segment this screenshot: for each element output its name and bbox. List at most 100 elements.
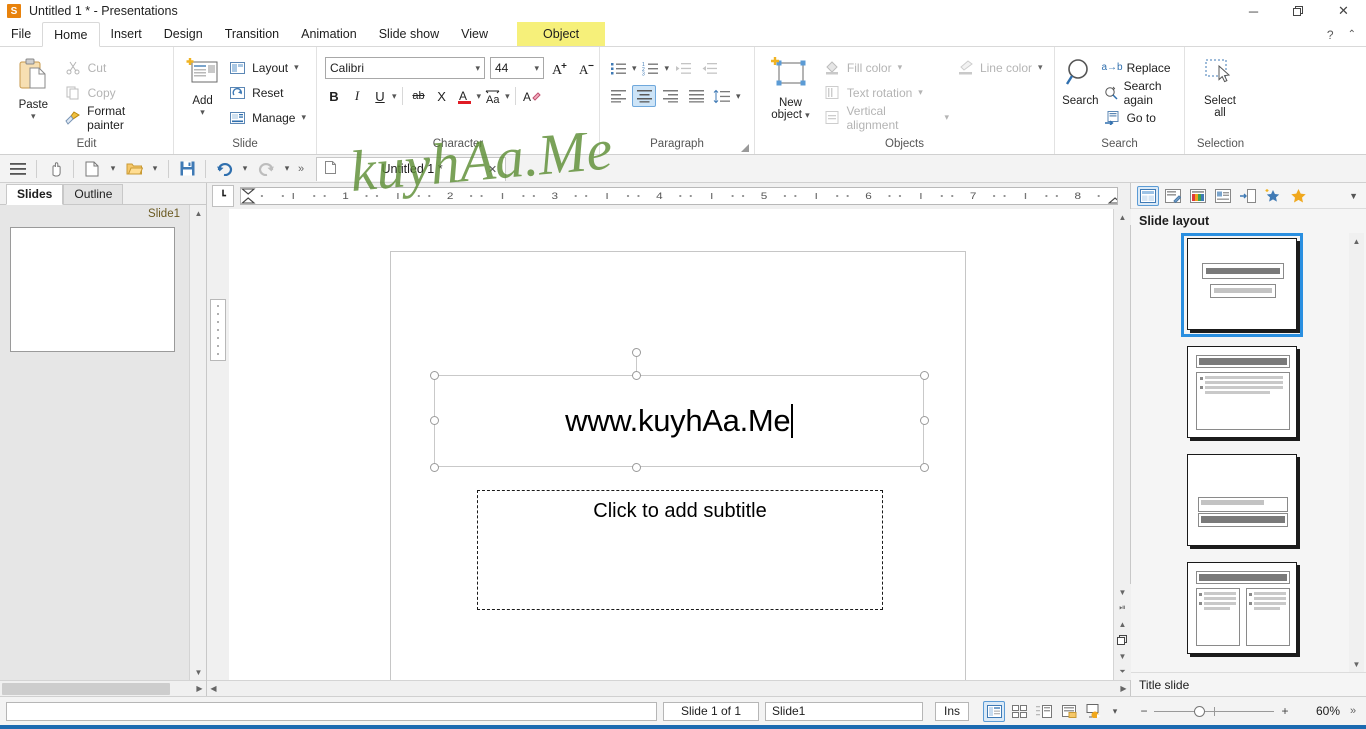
grow-font-button[interactable]: A xyxy=(549,57,571,79)
status-bar-overflow[interactable]: » xyxy=(1346,705,1360,717)
resize-handle-top-center[interactable] xyxy=(632,371,641,380)
canvas-vertical-scrollbar[interactable]: ▲ ▼ ⏯ ▲ ▼ ⏷ xyxy=(1113,209,1131,680)
menu-item-object-context-tab[interactable]: Object xyxy=(517,22,606,46)
justify-button[interactable] xyxy=(684,85,708,107)
quickbar-overflow[interactable]: » xyxy=(298,163,304,175)
vertical-alignment-button[interactable]: Vertical alignment ▾ xyxy=(820,104,953,132)
rotation-handle[interactable] xyxy=(632,348,641,357)
slide-transition-icon[interactable] xyxy=(1162,186,1184,206)
resize-handle-bottom-center[interactable] xyxy=(632,463,641,472)
layout-button[interactable]: Layout ▾ xyxy=(225,55,310,80)
chevron-down-icon[interactable]: ▾ xyxy=(392,91,397,102)
ruler-corner-button[interactable]: ┗ xyxy=(212,185,234,207)
resize-handle-bottom-right[interactable] xyxy=(920,463,929,472)
scroll-right-icon[interactable]: ▶ xyxy=(1117,684,1130,693)
manage-button[interactable]: Manage ▾ xyxy=(225,105,310,130)
chevron-down-icon[interactable]: ▾ xyxy=(736,91,741,102)
canvas-horizontal-scrollbar[interactable]: ◀ ▶ xyxy=(207,680,1130,696)
change-case-button[interactable]: Aa xyxy=(482,85,504,107)
resize-handle-top-left[interactable] xyxy=(430,371,439,380)
slides-pane-horizontal-scrollbar[interactable]: ▶ xyxy=(0,680,206,696)
chevron-down-icon[interactable]: ▾ xyxy=(106,157,120,181)
menu-item-animation[interactable]: Animation xyxy=(290,22,368,46)
align-center-button[interactable] xyxy=(632,85,656,107)
duplicate-slide-icon[interactable] xyxy=(1114,632,1131,648)
slides-pane-vertical-scrollbar[interactable]: ▲ ▼ xyxy=(189,205,206,680)
layout-thumb-two-content[interactable] xyxy=(1183,559,1301,659)
open-folder-icon[interactable] xyxy=(122,157,146,181)
replace-button[interactable]: a→b Replace xyxy=(1100,55,1178,80)
font-color-button[interactable]: A xyxy=(454,85,476,107)
insert-mode-indicator[interactable]: Ins xyxy=(935,701,969,721)
menu-item-view[interactable]: View xyxy=(450,22,499,46)
title-placeholder[interactable]: www.kuyhAa.Me xyxy=(434,375,924,467)
chevron-down-icon[interactable]: ▾ xyxy=(632,63,637,74)
align-right-button[interactable] xyxy=(658,85,682,107)
previous-slide-icon[interactable]: ▲ xyxy=(1114,616,1131,632)
scroll-left-icon[interactable]: ◀ xyxy=(207,684,220,693)
fill-color-button[interactable]: Fill color ▾ xyxy=(820,55,953,80)
menu-item-file[interactable]: File xyxy=(0,22,42,46)
numbered-list-button[interactable]: 123 xyxy=(639,57,663,79)
scroll-up-icon[interactable]: ▲ xyxy=(1114,209,1131,225)
font-name-combobox[interactable]: Calibri ▾ xyxy=(325,57,485,79)
last-slide-icon[interactable]: ⏷ xyxy=(1114,664,1131,680)
undo-icon[interactable] xyxy=(212,157,236,181)
resize-handle-top-right[interactable] xyxy=(920,371,929,380)
first-slide-icon[interactable]: ⏯ xyxy=(1114,600,1131,616)
increase-indent-button[interactable] xyxy=(671,57,695,79)
line-spacing-button[interactable] xyxy=(710,85,734,107)
scroll-thumb[interactable] xyxy=(2,682,170,695)
chevron-down-icon[interactable]: ▾ xyxy=(238,157,252,181)
resize-handle-middle-left[interactable] xyxy=(430,416,439,425)
chevron-down-icon[interactable]: ▾ xyxy=(477,91,482,102)
slide-canvas[interactable]: www.kuyhAa.Me Click to add subtitle xyxy=(229,209,1113,680)
chevron-down-icon[interactable]: ▾ xyxy=(1108,699,1122,723)
search-again-button[interactable]: Search again xyxy=(1100,79,1178,107)
chevron-down-icon[interactable]: ▾ xyxy=(665,63,670,74)
master-slide-icon[interactable] xyxy=(1237,186,1259,206)
scroll-up-icon[interactable]: ▲ xyxy=(1349,233,1364,249)
tab-slides[interactable]: Slides xyxy=(6,184,64,205)
slide-layout-icon[interactable] xyxy=(1137,185,1159,206)
normal-view-button[interactable] xyxy=(983,700,1005,722)
save-icon[interactable] xyxy=(175,157,199,181)
menu-item-insert[interactable]: Insert xyxy=(100,22,153,46)
paragraph-dialog-launcher[interactable] xyxy=(740,142,750,152)
notes-view-button[interactable] xyxy=(1058,701,1080,722)
slide-page[interactable]: www.kuyhAa.Me Click to add subtitle xyxy=(390,251,966,680)
hamburger-icon[interactable] xyxy=(6,157,30,181)
chevron-down-icon[interactable]: ▾ xyxy=(505,91,510,102)
chevron-down-icon[interactable]: ▾ xyxy=(944,112,949,123)
close-icon[interactable]: ✕ xyxy=(1321,0,1366,22)
task-pane-dropdown-icon[interactable]: ▼ xyxy=(1349,191,1358,201)
chevron-down-icon[interactable]: ▾ xyxy=(294,62,299,73)
cut-button[interactable]: Cut xyxy=(61,55,167,80)
format-painter-button[interactable]: Format painter xyxy=(61,104,167,132)
chevron-down-icon[interactable]: ▾ xyxy=(1038,62,1043,73)
zoom-knob[interactable] xyxy=(1194,705,1205,717)
close-icon[interactable]: ✕ xyxy=(488,163,497,176)
chevron-down-icon[interactable]: ▾ xyxy=(534,63,539,74)
font-size-combobox[interactable]: 44 ▾ xyxy=(490,57,544,79)
go-to-button[interactable]: Go to xyxy=(1100,105,1178,130)
line-color-button[interactable]: Line color ▾ xyxy=(953,55,1048,80)
resize-handle-bottom-left[interactable] xyxy=(430,463,439,472)
decrease-indent-button[interactable] xyxy=(697,57,721,79)
shadow-button[interactable]: X xyxy=(431,85,453,107)
maximize-icon[interactable] xyxy=(1276,0,1321,22)
layout-thumb-title-content[interactable] xyxy=(1183,343,1301,443)
slide-sorter-view-button[interactable] xyxy=(1008,701,1030,722)
strikethrough-button[interactable]: ab xyxy=(408,85,430,107)
menu-item-transition[interactable]: Transition xyxy=(214,22,290,46)
scroll-down-icon[interactable]: ▼ xyxy=(1349,656,1364,672)
help-icon[interactable]: ? xyxy=(1327,28,1334,42)
chevron-down-icon[interactable]: ▾ xyxy=(301,112,306,123)
vertical-ruler[interactable] xyxy=(210,299,226,361)
zoom-in-button[interactable]: + xyxy=(1274,704,1296,718)
scroll-down-icon[interactable]: ▼ xyxy=(1114,584,1131,600)
paste-button[interactable]: Paste ▾ xyxy=(6,51,61,122)
align-left-button[interactable] xyxy=(606,85,630,107)
hand-icon[interactable] xyxy=(43,157,67,181)
animation-star-orange-icon[interactable] xyxy=(1287,186,1309,206)
